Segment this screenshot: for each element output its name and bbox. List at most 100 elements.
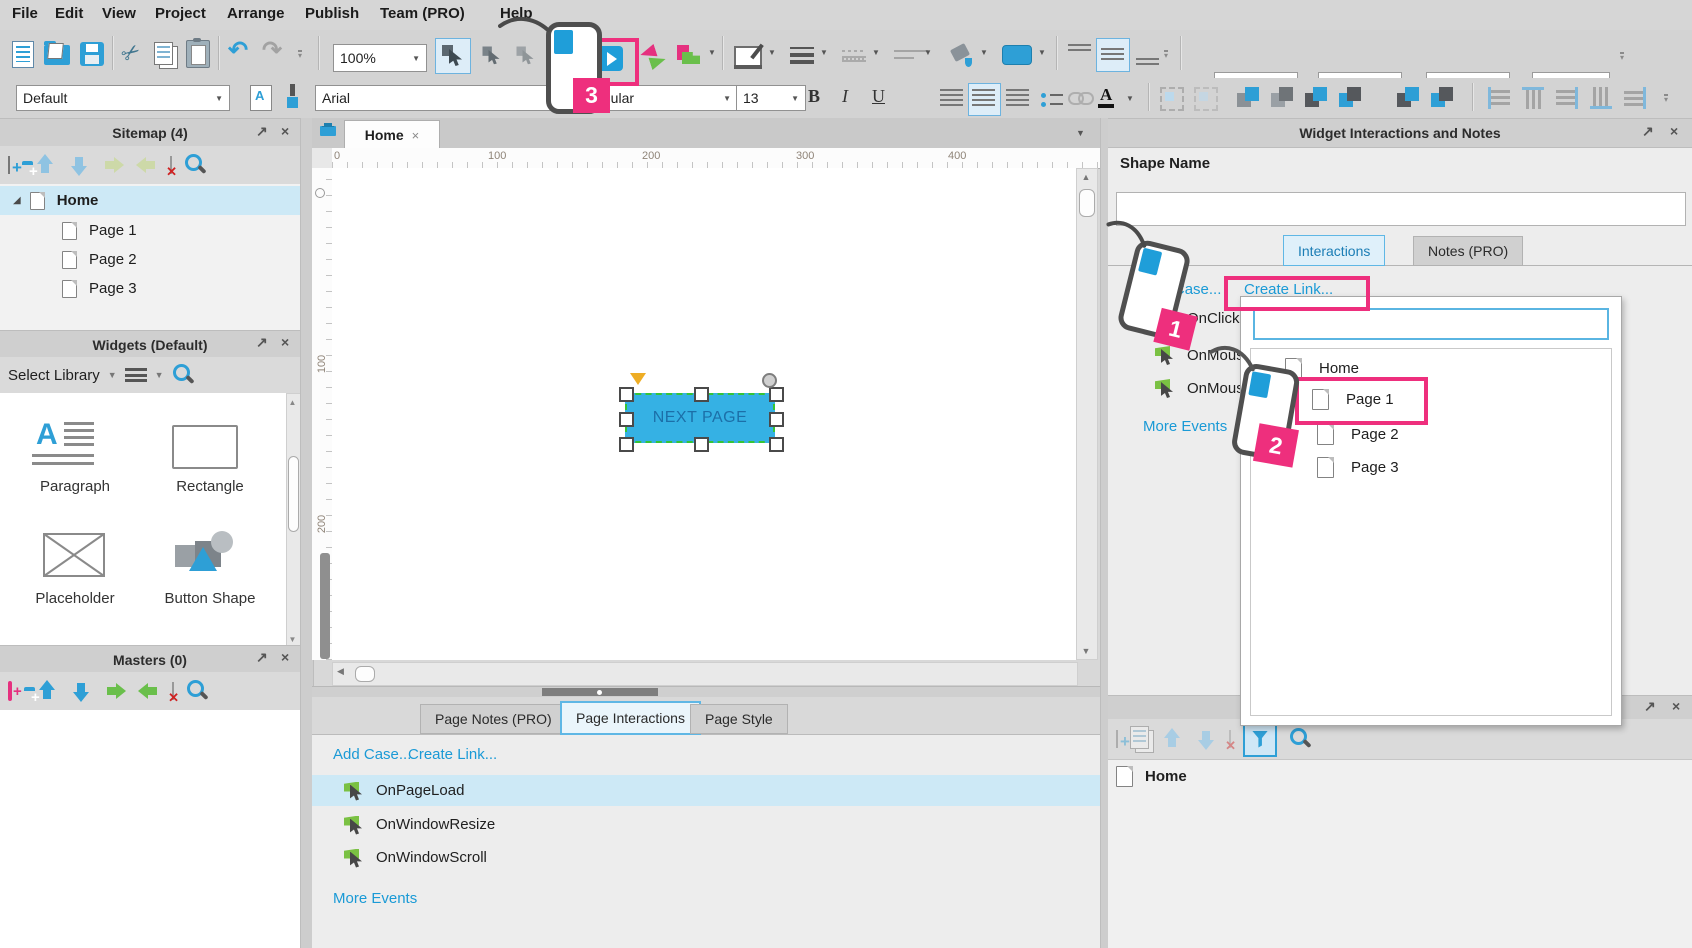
link-widget-icon[interactable] [1068,91,1094,105]
tab-notes[interactable]: Notes (PRO) [1413,236,1523,266]
menu-view[interactable]: View [102,5,136,22]
undock-icon[interactable]: ↗ [1642,123,1654,140]
valign-top-icon[interactable] [1068,44,1091,65]
close-icon[interactable]: × [1672,698,1680,714]
menu-file[interactable]: File [12,5,38,22]
open-file-icon[interactable] [44,45,70,65]
indent-icon[interactable] [104,680,126,702]
page-search-input[interactable] [1253,308,1609,340]
menu-project[interactable]: Project [155,5,206,22]
underline-button[interactable]: U [872,86,885,107]
move-up-icon[interactable] [34,154,56,176]
tab-page-interactions[interactable]: Page Interactions [560,701,701,735]
menu-edit[interactable]: Edit [55,5,83,22]
copy-icon[interactable] [154,42,173,65]
tree-expand-icon[interactable]: ◢ [13,195,21,206]
group-icon[interactable] [1160,87,1184,111]
delete-page-icon[interactable] [170,157,172,173]
close-icon[interactable]: × [281,334,289,350]
outdent-icon[interactable] [136,154,158,176]
add-master-icon[interactable] [8,683,12,699]
close-icon[interactable]: × [281,649,289,665]
sitemap-item-page2[interactable]: Page 2 [0,245,300,274]
update-style-icon[interactable] [250,85,272,111]
add-icon[interactable] [1116,731,1118,747]
valign-bottom-icon[interactable] [1136,44,1159,65]
line-style-icon[interactable] [842,48,866,64]
add-page-icon[interactable] [8,157,10,173]
canvas-vscrollbar[interactable]: ▲ ▼ [1076,168,1098,660]
outdent-icon[interactable] [138,680,160,702]
align-center-edge-icon[interactable] [1522,87,1544,109]
ungroup-icon[interactable] [1194,87,1218,111]
fill-color-icon[interactable] [948,42,974,68]
resize-handle-n[interactable] [694,387,709,402]
toolbar-overflow-icon[interactable]: ▾ [1620,52,1624,62]
view-options-icon[interactable] [125,368,147,382]
widget-paragraph-icon[interactable]: A [30,418,120,478]
more-events-link[interactable]: More Events [1143,418,1227,435]
sitemap-item-home[interactable]: ◢ Home [0,186,300,215]
shape-name-input[interactable] [1116,192,1686,226]
toolbar-overflow-icon[interactable]: ▾ [1164,50,1168,60]
resize-handle-ne[interactable] [769,387,784,402]
close-icon[interactable]: × [281,123,289,139]
resize-handle-e[interactable] [769,412,784,427]
resize-handle-nw[interactable] [619,387,634,402]
redo-icon[interactable]: ↷ [262,36,282,65]
copy-icon[interactable] [1130,726,1149,752]
scroll-down-icon[interactable]: ▼ [1077,646,1095,656]
sitemap-item-page3[interactable]: Page 3 [0,274,300,303]
tab-close-icon[interactable]: × [412,128,420,143]
resize-handle-sw[interactable] [619,437,634,452]
tab-list-icon[interactable]: ▼ [1076,128,1085,138]
fill-color-dropdown-icon[interactable]: ▼ [980,48,988,57]
format-painter-icon[interactable] [282,84,302,110]
search-icon[interactable] [1289,727,1311,752]
menu-publish[interactable]: Publish [305,5,359,22]
color-swatch-dropdown-icon[interactable]: ▼ [1038,48,1046,57]
italic-button[interactable]: I [842,86,848,107]
send-to-back-icon[interactable] [1270,86,1294,110]
font-color-dropdown-icon[interactable]: ▼ [1126,94,1134,103]
canvas-hscrollbar[interactable]: ◀ [332,662,1078,686]
search-icon[interactable] [186,679,208,704]
line-weight-dropdown-icon[interactable]: ▼ [820,48,828,57]
bullet-list-icon[interactable] [1040,90,1064,108]
style-preset-select[interactable]: Default▼ [16,85,230,111]
resize-handle-se[interactable] [769,437,784,452]
more-events-link[interactable]: More Events [333,890,417,907]
cut-icon[interactable]: ✂ [122,40,140,66]
connect-tool-icon[interactable] [514,44,536,69]
arrow-style-icon[interactable] [894,48,918,64]
edit-style-dropdown-icon[interactable]: ▼ [768,48,776,57]
resize-handle-s[interactable] [694,437,709,452]
toolbar-overflow-icon[interactable]: ▾ [1664,94,1668,104]
arrow-style-dropdown-icon[interactable]: ▼ [924,48,932,57]
tab-page-style[interactable]: Page Style [690,704,788,734]
menu-team[interactable]: Team (PRO) [380,5,465,22]
share-icon[interactable] [676,44,702,68]
distribute-h-icon[interactable] [1590,87,1612,109]
line-style-dropdown-icon[interactable]: ▼ [872,48,880,57]
move-up-icon[interactable] [1161,728,1183,750]
select-tool-icon[interactable] [441,44,463,69]
move-down-icon[interactable] [70,680,92,702]
menu-arrange[interactable]: Arrange [227,5,285,22]
close-icon[interactable]: × [1670,123,1678,139]
tab-interactions[interactable]: Interactions [1283,235,1385,266]
move-down-icon[interactable] [1195,728,1217,750]
filter-active-frame[interactable] [1243,721,1277,757]
event-row-onwindowscroll[interactable]: OnWindowScroll [312,842,1100,873]
align-right-edge-icon[interactable] [1556,87,1578,109]
delete-master-icon[interactable] [172,683,174,699]
library-select[interactable]: Select Library [8,367,100,384]
bring-forward-icon[interactable] [1304,86,1328,110]
bold-button[interactable]: B [808,86,820,107]
toolbar-overflow-icon[interactable]: ▾ [298,50,302,60]
scroll-up-icon[interactable]: ▲ [287,398,298,407]
align-right-icon[interactable] [1006,89,1029,108]
bring-to-front-icon[interactable] [1236,86,1260,110]
delete-icon[interactable] [1229,731,1231,747]
tab-page-notes[interactable]: Page Notes (PRO) [420,704,567,734]
